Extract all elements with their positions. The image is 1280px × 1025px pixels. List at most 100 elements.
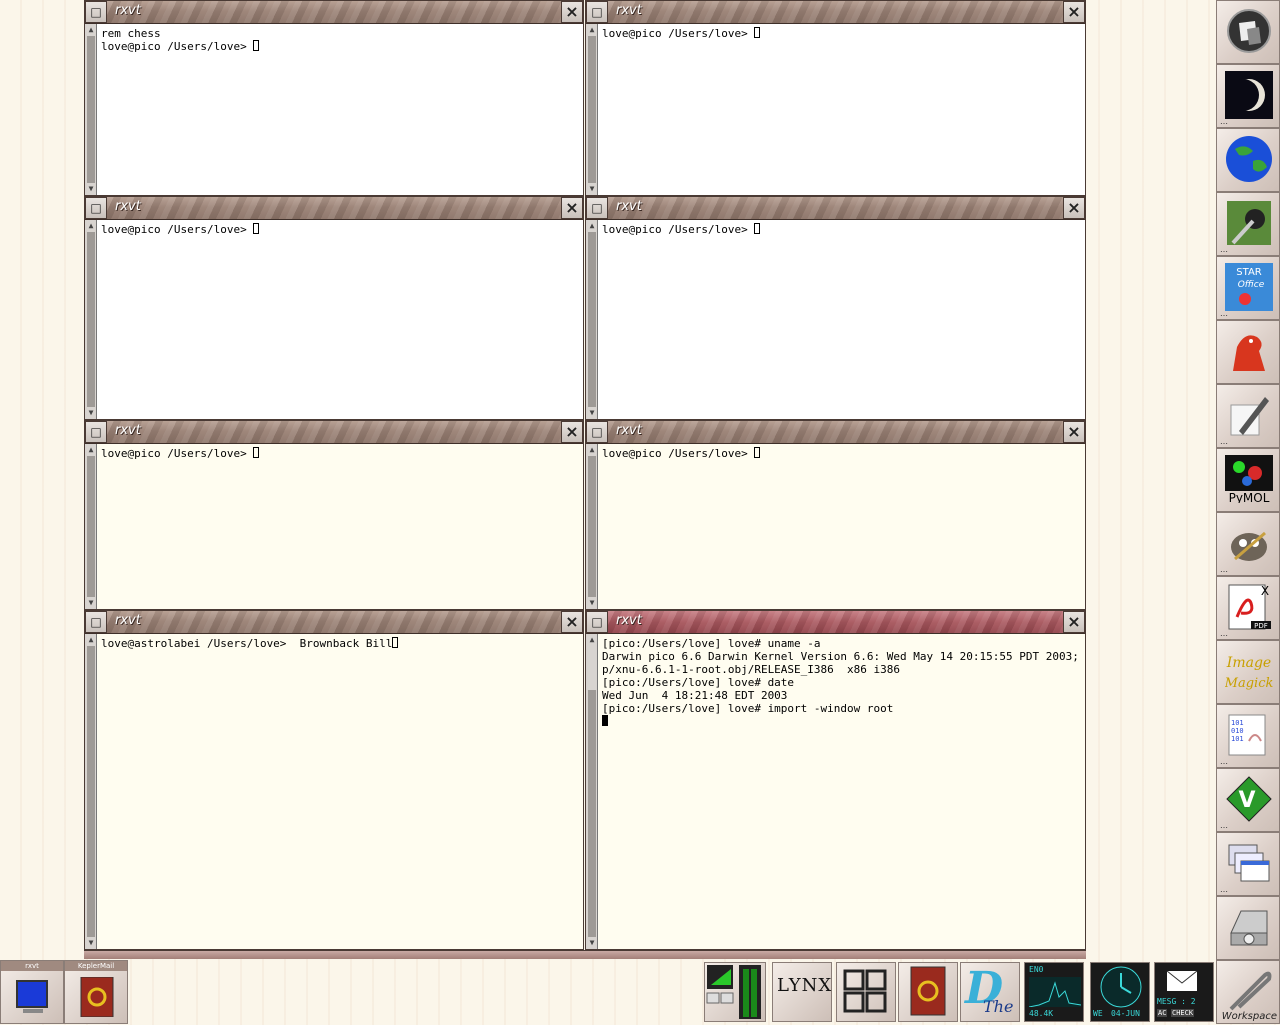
- terminal-window-2[interactable]: □ rxvt × ▲ ▼ love@pico /Users/love>: [585, 0, 1086, 196]
- mail-horn-icon: [910, 966, 946, 1016]
- miniwindow-keplermail[interactable]: KeplerMail: [64, 960, 128, 1024]
- globe-icon: [1226, 136, 1272, 182]
- dock-item-vim[interactable]: V …: [1216, 768, 1280, 832]
- scrollbar[interactable]: ▲ ▼: [85, 220, 97, 419]
- scrollbar[interactable]: ▲ ▼: [586, 444, 598, 609]
- terminal-window-7[interactable]: □ rxvt × ▲ ▼ love@astrolabei /Users/love>…: [84, 610, 584, 950]
- volume-icon: [706, 965, 761, 1019]
- close-button[interactable]: ×: [1063, 1, 1085, 23]
- imagemagick-label-top: Image: [1226, 655, 1271, 671]
- ac-button[interactable]: AC: [1157, 1009, 1168, 1017]
- moon-phase-icon: [1225, 71, 1273, 119]
- terminal-line: [pico:/Users/love] love# date: [602, 676, 795, 689]
- workspace-clip[interactable]: Workspace: [1216, 960, 1280, 1024]
- terminal-window-1[interactable]: □ rxvt × ▲ ▼ rem chess love@pico /Users/l…: [84, 0, 584, 196]
- terminal-output[interactable]: love@pico /Users/love>: [602, 447, 1083, 607]
- window-resize-bar[interactable]: [84, 950, 1086, 959]
- dragon-icon: [1233, 335, 1265, 371]
- scrollbar[interactable]: ▲ ▼: [85, 24, 97, 195]
- terminal-prompt: love@pico /Users/love>: [101, 40, 254, 53]
- miniwindow-rxvt[interactable]: rxvt: [0, 960, 64, 1024]
- title-bar[interactable]: □ rxvt ×: [85, 421, 583, 444]
- scrollbar[interactable]: ▲ ▼: [586, 24, 598, 195]
- terminal-output[interactable]: rem chess love@pico /Users/love>: [101, 27, 581, 193]
- scrollbar[interactable]: ▲ ▼: [586, 220, 598, 419]
- paper-clip-icon: [1229, 971, 1272, 1011]
- close-button[interactable]: ×: [561, 1, 583, 23]
- close-button[interactable]: ×: [1063, 197, 1085, 219]
- mailbox-icon: [1166, 970, 1198, 991]
- check-button[interactable]: CHECK: [1171, 1009, 1195, 1017]
- terminal-prompt: love@pico /Users/love>: [602, 27, 755, 40]
- miniaturize-button[interactable]: □: [586, 197, 608, 219]
- chinese-chars-launcher[interactable]: [836, 962, 896, 1022]
- terminal-window-3[interactable]: □ rxvt × ▲ ▼ love@pico /Users/love>: [84, 196, 584, 420]
- lynx-launcher[interactable]: LYNX: [772, 962, 832, 1022]
- window-title: rxvt: [616, 3, 642, 18]
- terminal-output[interactable]: love@pico /Users/love>: [101, 447, 581, 607]
- title-bar[interactable]: □ rxvt ×: [85, 1, 583, 24]
- dock-item-nextstep[interactable]: [1216, 0, 1280, 64]
- terminal-line: [pico:/Users/love] love# import -window …: [602, 702, 894, 715]
- miniaturize-button[interactable]: □: [85, 421, 107, 443]
- title-bar[interactable]: □ rxvt ×: [586, 611, 1085, 634]
- miniaturize-button[interactable]: □: [586, 611, 608, 633]
- dock-item-windows[interactable]: …: [1216, 832, 1280, 896]
- terminal-window-6[interactable]: □ rxvt × ▲ ▼ love@pico /Users/love>: [585, 420, 1086, 610]
- terminal-output[interactable]: love@pico /Users/love>: [602, 27, 1083, 193]
- close-button[interactable]: ×: [1063, 421, 1085, 443]
- network-monitor-dockapp[interactable]: EN0 48.4K: [1024, 962, 1084, 1022]
- terminal-line: Wed Jun 4 18:21:48 EDT 2003: [602, 689, 788, 702]
- text-cursor: [253, 447, 260, 458]
- terminal-output[interactable]: love@astrolabei /Users/love> Brownback B…: [101, 637, 581, 947]
- dock-item-globe[interactable]: [1216, 128, 1280, 192]
- dock-item-pymol[interactable]: PyMOL: [1216, 448, 1280, 512]
- terminal-line: [pico:/Users/love] love# uname -a: [602, 637, 821, 650]
- title-bar[interactable]: □ rxvt ×: [586, 421, 1085, 444]
- close-button[interactable]: ×: [561, 611, 583, 633]
- scrollbar[interactable]: ▲ ▼: [586, 634, 598, 949]
- close-button[interactable]: ×: [561, 197, 583, 219]
- terminal-output[interactable]: love@pico /Users/love>: [602, 223, 1083, 417]
- volume-dockapp[interactable]: [704, 962, 766, 1022]
- miniaturize-button[interactable]: □: [85, 611, 107, 633]
- close-button[interactable]: ×: [561, 421, 583, 443]
- dock-item-staroffice[interactable]: STAR Office …: [1216, 256, 1280, 320]
- dock-item-disk[interactable]: [1216, 896, 1280, 960]
- dock-item-dragon[interactable]: [1216, 320, 1280, 384]
- dock-item-paint[interactable]: …: [1216, 192, 1280, 256]
- title-bar[interactable]: □ rxvt ×: [586, 197, 1085, 220]
- the-editor-launcher[interactable]: D The: [960, 962, 1020, 1022]
- dock-item-imagemagick[interactable]: Image Magick: [1216, 640, 1280, 704]
- clock-date: 04-JUN: [1111, 1009, 1140, 1018]
- staroffice-label-top: STAR: [1236, 267, 1262, 278]
- miniaturize-button[interactable]: □: [85, 1, 107, 23]
- title-bar[interactable]: □ rxvt ×: [85, 197, 583, 220]
- terminal-line: rem chess: [101, 27, 161, 40]
- terminal-output[interactable]: [pico:/Users/love] love# uname -a Darwin…: [602, 637, 1083, 947]
- terminal-window-5[interactable]: □ rxvt × ▲ ▼ love@pico /Users/love>: [84, 420, 584, 610]
- title-bar[interactable]: □ rxvt ×: [85, 611, 583, 634]
- terminal-output[interactable]: love@pico /Users/love>: [101, 223, 581, 417]
- dock-item-moon[interactable]: …: [1216, 64, 1280, 128]
- terminal-prompt: love@astrolabei /Users/love> Brownback B…: [101, 637, 393, 650]
- terminal-prompt: love@pico /Users/love>: [602, 447, 755, 460]
- svg-text:V: V: [1238, 788, 1255, 813]
- mail-launcher[interactable]: [898, 962, 958, 1022]
- dock-item-pen[interactable]: …: [1216, 384, 1280, 448]
- scrollbar[interactable]: ▲ ▼: [85, 444, 97, 609]
- dock-item-binary-doc[interactable]: 101 010 101 …: [1216, 704, 1280, 768]
- dock-item-pdf[interactable]: X PDF …: [1216, 576, 1280, 640]
- staroffice-icon: STAR Office: [1225, 263, 1273, 311]
- clock-dockapp[interactable]: WE 04-JUN: [1090, 962, 1150, 1022]
- miniaturize-button[interactable]: □: [85, 197, 107, 219]
- miniaturize-button[interactable]: □: [586, 421, 608, 443]
- terminal-window-4[interactable]: □ rxvt × ▲ ▼ love@pico /Users/love>: [585, 196, 1086, 420]
- miniaturize-button[interactable]: □: [586, 1, 608, 23]
- dock-item-gimp[interactable]: …: [1216, 512, 1280, 576]
- scrollbar[interactable]: ▲ ▼: [85, 634, 97, 949]
- mail-check-dockapp[interactable]: MESG : 2 AC CHECK: [1154, 962, 1214, 1022]
- close-button[interactable]: ×: [1063, 611, 1085, 633]
- terminal-window-8[interactable]: □ rxvt × ▲ ▼ [pico:/Users/love] love# una…: [585, 610, 1086, 950]
- title-bar[interactable]: □ rxvt ×: [586, 1, 1085, 24]
